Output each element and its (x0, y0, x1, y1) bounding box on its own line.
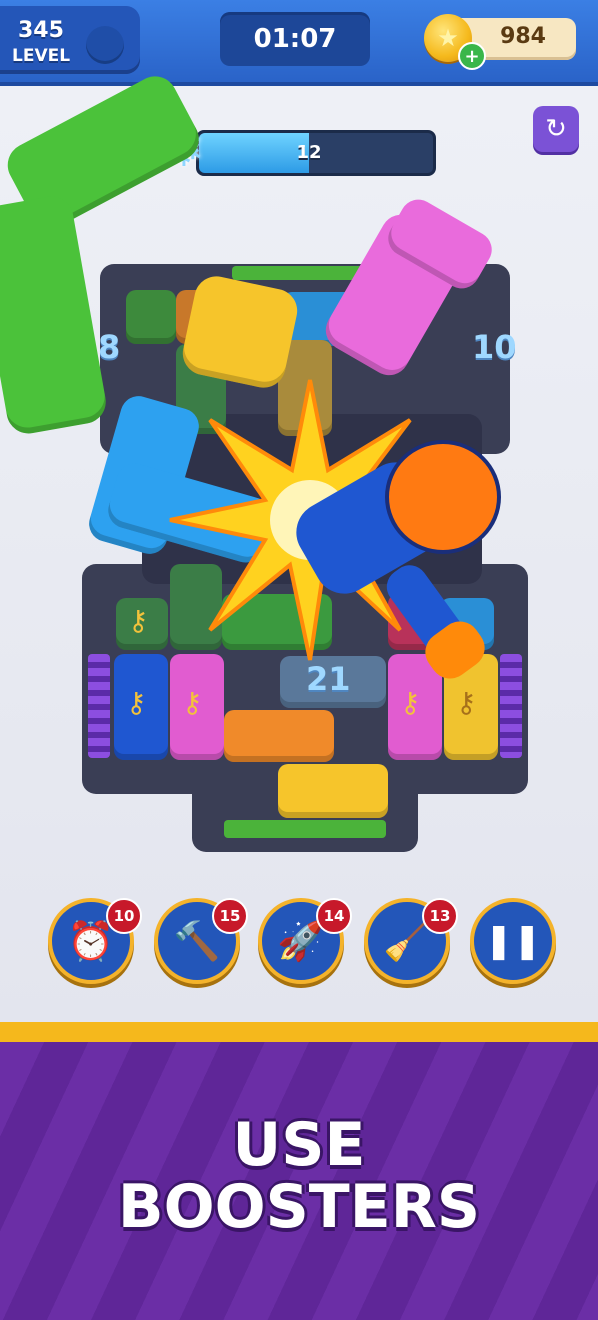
block-orange-wide[interactable] (224, 710, 334, 762)
hammer-booster[interactable]: 🔨 15 (154, 898, 248, 984)
add-coins-button[interactable]: + (458, 42, 486, 70)
right-counter: 10 (472, 328, 517, 366)
pause-button[interactable]: ❚❚ (470, 898, 556, 984)
booster-count-badge: 10 (106, 898, 142, 934)
key-icon: ⚷ (182, 686, 203, 719)
timer: 01:07 (220, 12, 370, 66)
level-number: 345 (18, 18, 64, 43)
booster-bar: ⏰ 10 🔨 15 🚀 14 🧹 13 ❚❚ (0, 890, 598, 1000)
rocket-icon: 🚀 (277, 918, 325, 963)
vacuum-icon: 🧹 (383, 918, 431, 963)
block-green-small[interactable] (126, 290, 176, 344)
freeze-value: 12 (296, 142, 322, 163)
left-counter: 8 (98, 328, 121, 366)
block-yellow-wide[interactable] (278, 764, 388, 818)
restart-button[interactable]: ↻ (533, 106, 579, 152)
freeze-progress-bar: 12 (196, 130, 436, 176)
booster-count-badge: 14 (316, 898, 352, 934)
banner-line-2: BOOSTERS (117, 1172, 481, 1242)
rocket-booster[interactable]: 🚀 14 (258, 898, 352, 984)
banner-line-1: USE (232, 1110, 366, 1180)
booster-count-badge: 13 (422, 898, 458, 934)
level-label: LEVEL (12, 46, 71, 66)
restart-icon: ↻ (545, 114, 567, 144)
alarm-clock-booster[interactable]: ⏰ 10 (48, 898, 142, 984)
alarm-clock-icon: ⏰ (67, 918, 115, 963)
grass-edge-bottom (224, 820, 386, 838)
key-icon: ⚷ (456, 686, 477, 719)
key-icon: ⚷ (126, 686, 147, 719)
key-icon: ⚷ (400, 686, 421, 719)
spring-right (500, 654, 522, 758)
coin-value: 984 (500, 24, 546, 49)
spring-left (88, 654, 110, 758)
level-knob (86, 26, 124, 64)
vacuum-booster[interactable]: 🧹 13 (364, 898, 458, 984)
top-bar: 345 LEVEL 01:07 984 ★ + (0, 0, 598, 82)
pause-icon: ❚❚ (484, 921, 542, 961)
key-icon: ⚷ (128, 604, 149, 637)
hammer-icon: 🔨 (173, 918, 221, 963)
booster-count-badge: 15 (212, 898, 248, 934)
hammer-cap (385, 440, 501, 554)
level-badge: 345 LEVEL (0, 6, 140, 74)
promo-banner: USE BOOSTERS (0, 1022, 598, 1320)
